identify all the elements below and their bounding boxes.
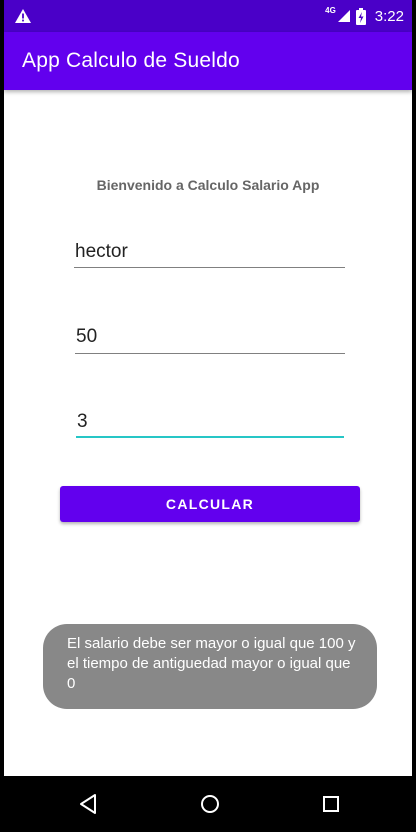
network-type-label: 4G bbox=[325, 5, 336, 15]
seniority-input-underline bbox=[76, 436, 344, 438]
salary-input[interactable] bbox=[75, 319, 344, 355]
back-icon[interactable] bbox=[74, 790, 102, 818]
navigation-bar bbox=[4, 776, 412, 832]
app-title: App Calculo de Sueldo bbox=[22, 49, 240, 72]
status-clock: 3:22 bbox=[374, 7, 404, 25]
calculate-button[interactable]: CALCULAR bbox=[60, 486, 360, 522]
status-bar: 4G 3:22 bbox=[4, 0, 412, 32]
name-input[interactable] bbox=[74, 234, 344, 270]
warning-icon bbox=[15, 9, 31, 23]
app-bar: App Calculo de Sueldo bbox=[4, 32, 412, 90]
name-input-underline bbox=[74, 267, 345, 268]
salary-input-underline bbox=[75, 353, 345, 354]
welcome-text: Bienvenido a Calculo Salario App bbox=[96, 177, 320, 193]
battery-charging-icon bbox=[355, 7, 366, 25]
signal-icon bbox=[337, 10, 350, 22]
toast-message: El salario debe ser mayor o igual que 10… bbox=[43, 624, 377, 709]
recents-icon[interactable] bbox=[317, 790, 345, 818]
seniority-input[interactable] bbox=[76, 404, 344, 440]
app-screen: 4G 3:22 App Calculo de Sueldo Bienvenido… bbox=[4, 0, 412, 832]
home-icon[interactable] bbox=[196, 790, 224, 818]
status-icons: 4G 3:22 bbox=[325, 0, 404, 32]
